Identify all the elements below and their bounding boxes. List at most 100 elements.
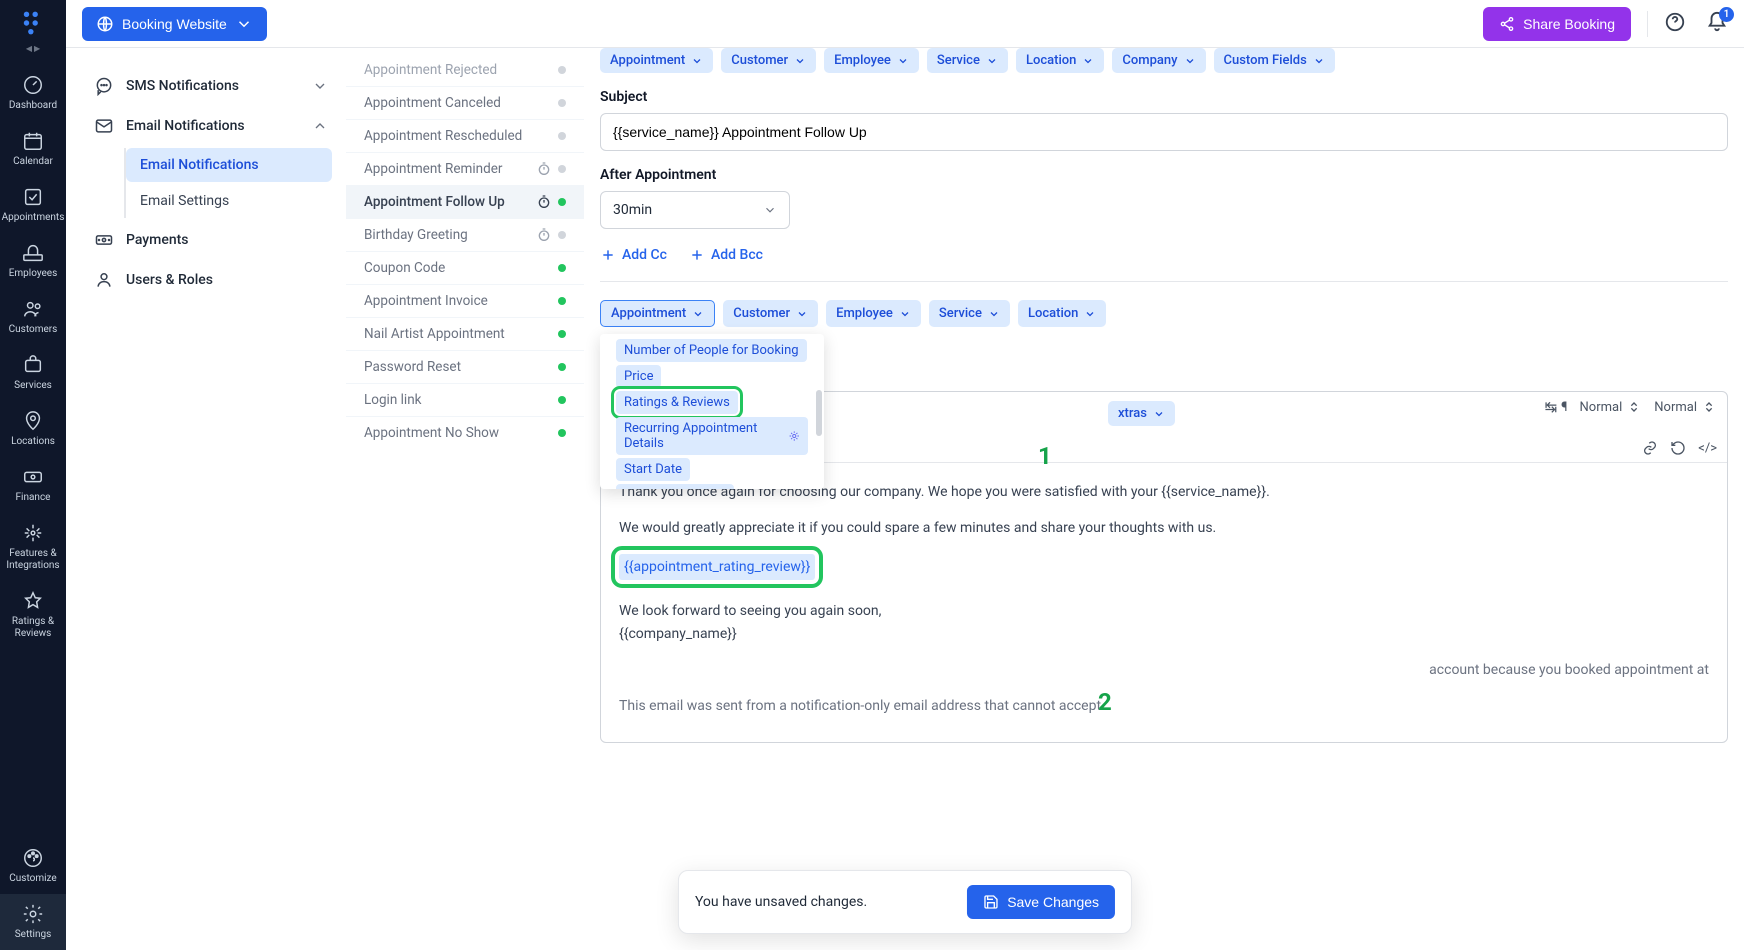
- nav-calendar[interactable]: Calendar: [0, 121, 66, 177]
- rating-review-placeholder[interactable]: {{appointment_rating_review}}: [619, 554, 815, 580]
- after-appointment-label: After Appointment: [600, 167, 1728, 183]
- tag-appointment[interactable]: Appointment: [600, 48, 713, 73]
- notif-item[interactable]: Appointment No Show: [346, 417, 584, 449]
- status-dot: [558, 396, 566, 404]
- editor-paragraph: This email was sent from a notification-…: [619, 695, 1709, 717]
- toolbar-format2[interactable]: Normal: [1654, 399, 1717, 415]
- nav-dashboard[interactable]: Dashboard: [0, 65, 66, 121]
- nav-customize[interactable]: Customize: [0, 838, 66, 894]
- status-dot: [558, 297, 566, 305]
- add-cc-link[interactable]: Add Cc: [600, 247, 667, 263]
- notif-item[interactable]: Nail Artist Appointment: [346, 318, 584, 351]
- notif-item[interactable]: Appointment Rescheduled: [346, 120, 584, 153]
- nav-features[interactable]: Features & Integrations: [0, 513, 66, 581]
- dropdown-scrollbar[interactable]: [816, 336, 822, 487]
- share-label: Share Booking: [1523, 16, 1615, 32]
- editor-body[interactable]: Thank you once again for choosing our co…: [601, 463, 1727, 742]
- nav-locations[interactable]: Locations: [0, 401, 66, 457]
- notif-item-active[interactable]: Appointment Follow Up: [346, 186, 584, 219]
- tag-custom-fields[interactable]: Custom Fields: [1214, 48, 1335, 73]
- nav-label: Locations: [11, 436, 55, 448]
- tag-company[interactable]: Company: [1112, 48, 1205, 73]
- settings-email[interactable]: Email Notifications: [90, 106, 332, 146]
- toolbar-direction[interactable]: ↹¶: [1545, 398, 1568, 416]
- dd-item[interactable]: Start Date: [606, 458, 818, 481]
- nav-services[interactable]: Services: [0, 345, 66, 401]
- subject-input[interactable]: [600, 113, 1728, 151]
- tag-location[interactable]: Location: [1018, 300, 1106, 327]
- share-booking-button[interactable]: Share Booking: [1483, 7, 1631, 41]
- status-dot: [558, 330, 566, 338]
- dd-item[interactable]: Recurring Appointment Details: [606, 417, 818, 455]
- status-dot: [558, 429, 566, 437]
- booking-website-button[interactable]: Booking Website: [82, 7, 267, 41]
- topbar: Booking Website Share Booking 1: [66, 0, 1744, 48]
- tag-row-top: Appointment Customer Employee Service Lo…: [600, 48, 1728, 73]
- nav-ratings[interactable]: Ratings & Reviews: [0, 581, 66, 649]
- toolbar-undo[interactable]: [1670, 440, 1686, 456]
- status-dot: [558, 132, 566, 140]
- dd-item-ratings-reviews[interactable]: Ratings & Reviews: [606, 391, 818, 414]
- chevron-down-icon: [691, 55, 703, 67]
- timer-icon: [536, 227, 552, 243]
- nav-label: Dashboard: [9, 100, 57, 112]
- chevron-down-icon: [794, 55, 806, 67]
- settings-sms[interactable]: SMS Notifications: [90, 66, 332, 106]
- tag-employee[interactable]: Employee: [824, 48, 919, 73]
- notif-item[interactable]: Appointment Invoice: [346, 285, 584, 318]
- nav-customers[interactable]: Customers: [0, 289, 66, 345]
- status-dot: [558, 66, 566, 74]
- status-dot: [558, 198, 566, 206]
- settings-users[interactable]: Users & Roles: [90, 260, 332, 300]
- tag-customer[interactable]: Customer: [721, 48, 816, 73]
- app-logo[interactable]: [18, 8, 48, 38]
- settings-sub-email-notifications[interactable]: Email Notifications: [126, 148, 332, 182]
- settings-sub-email-settings[interactable]: Email Settings: [126, 184, 332, 218]
- notif-item[interactable]: Appointment Reminder: [346, 153, 584, 186]
- toolbar-code[interactable]: </>: [1698, 441, 1717, 456]
- chevron-up-icon: [312, 118, 328, 134]
- status-dot: [558, 165, 566, 173]
- tag-employee[interactable]: Employee: [826, 300, 921, 327]
- help-icon[interactable]: [1664, 11, 1686, 37]
- chevron-down-icon: [796, 308, 808, 320]
- nav-sidebar: ◀▶ Dashboard Calendar Appointments Emplo…: [0, 0, 66, 950]
- notif-item[interactable]: Password Reset: [346, 351, 584, 384]
- toolbar-format1[interactable]: Normal: [1580, 399, 1643, 415]
- chevron-down-icon: [988, 308, 1000, 320]
- tag-extras-partial[interactable]: xtras: [1108, 401, 1175, 426]
- settings-payments[interactable]: Payments: [90, 220, 332, 260]
- notif-label: Appointment Rejected: [364, 62, 552, 78]
- notif-item[interactable]: Appointment Rejected: [346, 62, 584, 87]
- dd-item[interactable]: Start Date & Time: [606, 484, 818, 489]
- notifications-icon[interactable]: 1: [1706, 11, 1728, 37]
- annotation-1: 1: [1038, 442, 1052, 470]
- nav-finance[interactable]: Finance: [0, 457, 66, 513]
- notif-item[interactable]: Appointment Canceled: [346, 87, 584, 120]
- dd-item[interactable]: Number of People for Booking: [606, 339, 818, 362]
- nav-settings[interactable]: Settings: [0, 894, 66, 950]
- notif-item[interactable]: Birthday Greeting: [346, 219, 584, 252]
- notifications-list: Appointment Rejected Appointment Cancele…: [346, 48, 584, 950]
- tag-appointment-open[interactable]: Appointment: [600, 300, 715, 327]
- add-bcc-link[interactable]: Add Bcc: [689, 247, 763, 263]
- tag-row-editor: Appointment Number of People for Booking…: [600, 300, 1728, 327]
- nav-collapse-toggle[interactable]: ◀▶: [26, 44, 40, 53]
- notif-label: Appointment No Show: [364, 425, 552, 441]
- toolbar-link[interactable]: [1642, 440, 1658, 456]
- nav-employees[interactable]: Employees: [0, 233, 66, 289]
- notif-label: Nail Artist Appointment: [364, 326, 552, 342]
- tag-location[interactable]: Location: [1016, 48, 1104, 73]
- dd-item[interactable]: Price: [606, 365, 818, 388]
- after-appointment-select[interactable]: 30min: [600, 191, 790, 229]
- toast-message: You have unsaved changes.: [695, 894, 867, 910]
- tag-customer[interactable]: Customer: [723, 300, 818, 327]
- tag-service[interactable]: Service: [929, 300, 1010, 327]
- notif-item[interactable]: Login link: [346, 384, 584, 417]
- tag-service[interactable]: Service: [927, 48, 1008, 73]
- notif-item[interactable]: Coupon Code: [346, 252, 584, 285]
- chevron-down-icon: [235, 15, 253, 33]
- nav-label: Appointments: [2, 212, 65, 224]
- save-changes-button[interactable]: Save Changes: [967, 885, 1115, 919]
- nav-appointments[interactable]: Appointments: [0, 177, 66, 233]
